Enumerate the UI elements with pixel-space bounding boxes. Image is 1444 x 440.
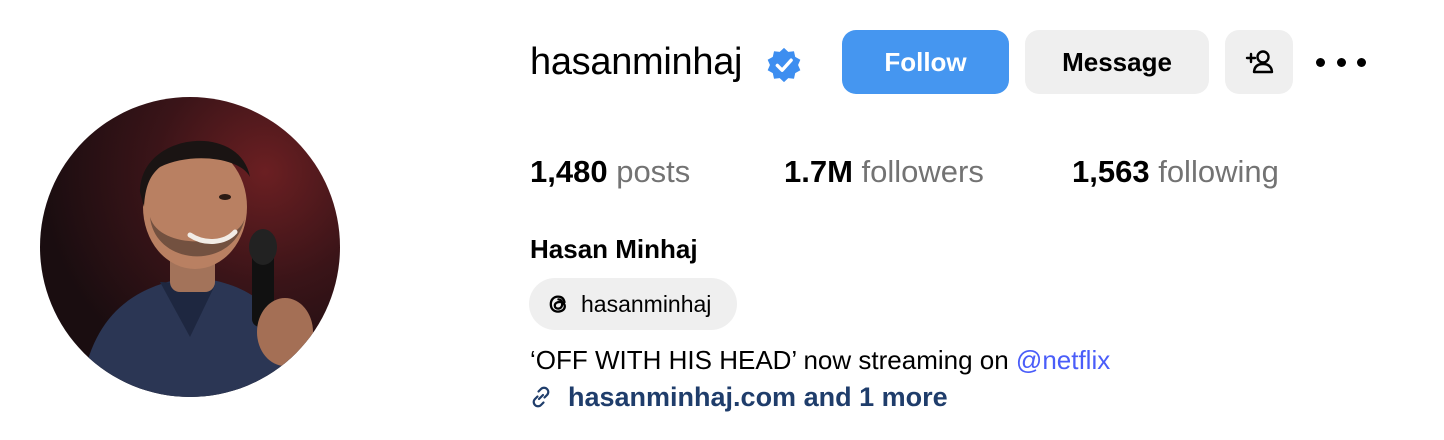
followers-label: followers — [861, 154, 984, 189]
posts-stat: 1,480 posts — [530, 152, 690, 192]
posts-label: posts — [616, 154, 691, 189]
following-count: 1,563 — [1072, 154, 1150, 189]
bio-text: ‘OFF WITH HIS HEAD’ now streaming on — [530, 345, 1016, 375]
followers-stat[interactable]: 1.7M followers — [784, 152, 984, 192]
threads-handle: hasanminhaj — [581, 290, 712, 317]
threads-icon — [549, 295, 566, 313]
suggest-accounts-button[interactable] — [1225, 30, 1293, 94]
profile-bio: ‘OFF WITH HIS HEAD’ now streaming on @ne… — [530, 343, 1110, 377]
external-links[interactable]: hasanminhaj.com and 1 more — [528, 380, 948, 414]
more-options-button[interactable] — [1316, 44, 1366, 80]
link-icon — [532, 386, 550, 408]
followers-count: 1.7M — [784, 154, 853, 189]
profile-photo-icon — [80, 140, 313, 397]
following-label: following — [1158, 154, 1279, 189]
more-options-icon — [1316, 57, 1325, 67]
add-user-icon — [1245, 50, 1274, 74]
follow-button[interactable]: Follow — [842, 30, 1009, 94]
message-button[interactable]: Message — [1025, 30, 1209, 94]
profile-username: hasanminhaj — [530, 41, 743, 83]
profile-full-name: Hasan Minhaj — [530, 234, 698, 264]
verified-badge-icon — [767, 47, 801, 83]
posts-count: 1,480 — [530, 154, 608, 189]
bio-mention-link[interactable]: @netflix — [1016, 345, 1110, 375]
profile-avatar[interactable] — [40, 97, 340, 397]
following-stat[interactable]: 1,563 following — [1072, 152, 1279, 192]
external-link-text[interactable]: hasanminhaj.com and 1 more — [568, 380, 948, 414]
threads-link-chip[interactable]: hasanminhaj — [529, 278, 737, 330]
